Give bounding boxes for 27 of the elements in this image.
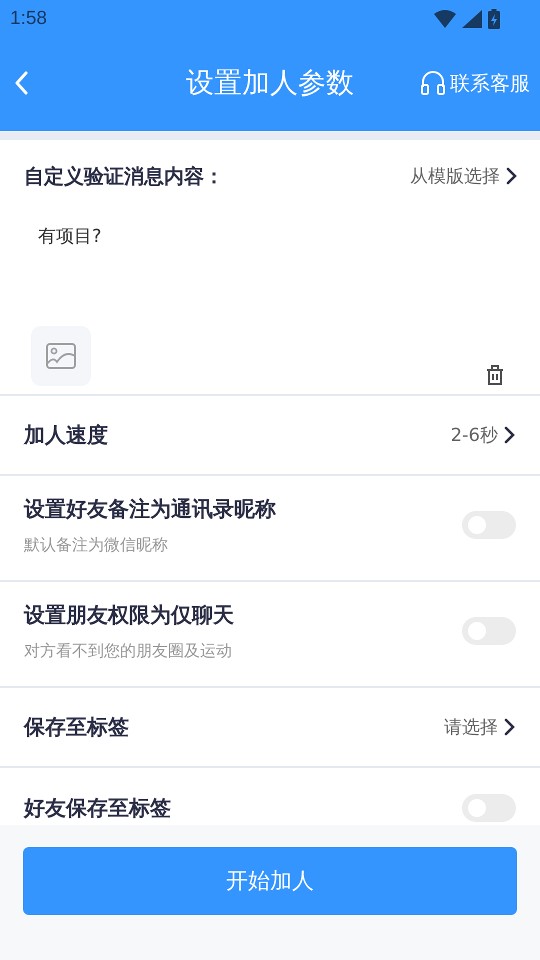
- image-icon: [45, 342, 77, 370]
- start-adding-button[interactable]: 开始加人: [23, 847, 517, 915]
- setting-label: 设置朋友权限为仅聊天: [24, 602, 234, 628]
- headset-icon[interactable]: [420, 70, 446, 96]
- message-field[interactable]: 有项目?: [24, 212, 518, 302]
- setting-description: 对方看不到您的朋友圈及运动: [24, 640, 233, 662]
- setting-value[interactable]: 请选择: [444, 715, 498, 739]
- wifi-icon: [434, 10, 456, 28]
- page-title: 设置加人参数: [186, 65, 354, 101]
- chevron-icon[interactable]: [504, 425, 516, 445]
- add-image-button[interactable]: [31, 326, 91, 386]
- battery-icon: [488, 9, 500, 29]
- setting-description: 默认备注为微信昵称: [24, 534, 169, 556]
- setting-label: 加人速度: [24, 422, 108, 449]
- chevron-icon[interactable]: [504, 717, 516, 737]
- status-time: 1:58: [10, 8, 47, 30]
- setting-label: 保存至标签: [24, 714, 129, 741]
- delete-icon[interactable]: [486, 364, 504, 386]
- chevron-icon[interactable]: [506, 166, 518, 186]
- contact-support-link[interactable]: 联系客服: [450, 70, 530, 96]
- setting-label: 设置好友备注为通讯录昵称: [24, 496, 276, 522]
- setting-label: 好友保存至标签: [24, 795, 171, 822]
- message-label: 自定义验证消息内容：: [24, 162, 224, 190]
- back-icon[interactable]: [14, 71, 28, 95]
- setting-value[interactable]: 2-6秒: [450, 423, 498, 447]
- signal-icon: [462, 10, 482, 28]
- template-link[interactable]: 从模版选择: [410, 164, 500, 188]
